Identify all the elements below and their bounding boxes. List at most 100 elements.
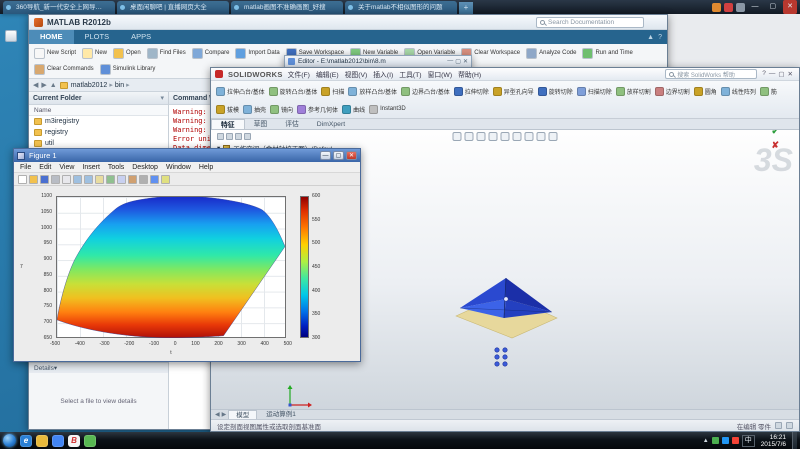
solidworks-maximize-button[interactable]: ▢ <box>778 70 784 78</box>
panel-menu-icon[interactable]: ▾ <box>160 92 164 104</box>
zoom-out-icon[interactable] <box>84 174 93 184</box>
toolstrip-button[interactable]: Simulink Library <box>99 61 155 77</box>
browser-360-icon[interactable] <box>84 434 96 447</box>
menu-item[interactable]: 窗口(W) <box>428 69 453 79</box>
ribbon-button[interactable]: 扫描 <box>321 82 344 100</box>
menu-item[interactable]: 编辑(E) <box>316 69 339 79</box>
ribbon-button[interactable]: 抽壳 <box>243 100 266 118</box>
browser-minimize-button[interactable]: — <box>748 0 763 14</box>
downloads-icon[interactable] <box>723 2 733 12</box>
tab-apps[interactable]: APPS <box>120 30 162 44</box>
menu-item[interactable]: 插入(I) <box>373 69 393 79</box>
insert-colorbar-icon[interactable] <box>150 174 159 184</box>
ribbon-button[interactable]: 拔模 <box>216 100 239 118</box>
menu-item[interactable]: 帮助(H) <box>458 69 481 79</box>
apps-icon[interactable] <box>711 2 721 12</box>
ribbon-button[interactable]: 旋转切除 <box>537 82 573 100</box>
pan-icon[interactable] <box>95 174 104 184</box>
ribbon-button[interactable]: 旋转凸台/基体 <box>268 82 317 100</box>
ribbon-button[interactable]: 镜向 <box>270 100 293 118</box>
link-plot-icon[interactable] <box>139 174 148 184</box>
breadcrumb-segment[interactable]: bin <box>115 82 124 89</box>
toolstrip-button[interactable]: New <box>82 45 107 61</box>
browser-tab[interactable]: 关于matlab不相似图形的问题 <box>345 1 457 14</box>
featuremanager-design-tree-icon[interactable] <box>217 133 224 140</box>
ribbon-tab[interactable]: 特征 <box>211 119 245 129</box>
kite-3d-model[interactable] <box>454 272 559 340</box>
figure-close-button[interactable]: ✕ <box>346 151 357 160</box>
toolstrip-minimize-icon[interactable]: ▲ <box>647 34 654 41</box>
previous-view-icon[interactable] <box>476 132 486 141</box>
folder-icon[interactable] <box>36 434 48 447</box>
clock[interactable]: 16:21 2015/7/6 <box>758 434 789 448</box>
menu-item[interactable]: File <box>20 164 31 171</box>
tab-home[interactable]: HOME <box>29 30 74 44</box>
toolstrip-button[interactable]: New Script <box>34 45 76 61</box>
menu-item[interactable]: Help <box>199 164 213 171</box>
help-icon[interactable]: ? <box>658 34 662 41</box>
solidworks-close-button[interactable]: ✕ <box>788 70 793 78</box>
ribbon-tab[interactable]: 草图 <box>245 119 277 129</box>
save-figure-icon[interactable] <box>40 174 49 184</box>
folder-list-item[interactable]: m3iregistry <box>29 116 168 127</box>
browser-tab[interactable]: matlab画图不准确画图_好搜 <box>231 1 343 14</box>
editor-close-icon[interactable]: ✕ <box>463 58 468 65</box>
menu-item[interactable]: View <box>59 164 74 171</box>
ribbon-button[interactable]: 放样凸台/基体 <box>348 82 397 100</box>
back-icon[interactable]: ◀ <box>33 81 38 89</box>
solidworks-help-icon[interactable]: ? <box>762 70 766 78</box>
browser-tab[interactable]: 360导航_新一代安全上网导… <box>3 1 115 14</box>
insert-legend-icon[interactable] <box>161 174 170 184</box>
tab-scroll-right-icon[interactable]: ▶ <box>222 411 227 418</box>
ribbon-tab[interactable]: 评估 <box>276 119 308 129</box>
zoom-fit-icon[interactable] <box>452 132 462 141</box>
view-orientation-icon[interactable] <box>500 132 510 141</box>
menu-item[interactable]: Tools <box>108 164 124 171</box>
tray-expand-icon[interactable]: ▲ <box>703 438 709 444</box>
ribbon-button[interactable]: 拉伸凸台/基体 <box>216 82 265 100</box>
menu-item[interactable]: Desktop <box>132 164 158 171</box>
propertymanager-icon[interactable] <box>226 133 233 140</box>
configurationmanager-icon[interactable] <box>235 133 242 140</box>
ribbon-button[interactable]: 曲线 <box>342 100 365 118</box>
confirm-cancel-icon[interactable]: ✘ <box>771 140 779 151</box>
hide-show-items-icon[interactable] <box>524 132 534 141</box>
display-style-icon[interactable] <box>512 132 522 141</box>
solidworks-title-bar[interactable]: SOLIDWORKS 文件(F) 编辑(E) 视图(V) 插入(I) 工具(T) 窗口(W… <box>211 68 799 81</box>
motion-study-tab[interactable]: 运动算例1 <box>259 410 303 419</box>
name-column-header[interactable]: Name <box>29 105 168 116</box>
menu-item[interactable]: Insert <box>82 164 100 171</box>
ribbon-button[interactable]: 圆角 <box>693 82 717 100</box>
tab-plots[interactable]: PLOTS <box>74 30 121 44</box>
antivirus-tray-icon[interactable] <box>711 437 719 444</box>
ribbon-button[interactable]: Instant3D <box>369 100 406 118</box>
ribbon-button[interactable]: 线性阵列 <box>720 82 756 100</box>
toolstrip-button[interactable]: Find Files <box>146 45 186 61</box>
ie-icon[interactable]: e <box>20 434 32 447</box>
menu-icon[interactable] <box>735 2 745 12</box>
show-desktop-button[interactable] <box>792 432 797 449</box>
toolstrip-button[interactable]: Clear Commands <box>34 61 94 77</box>
breadcrumb-segment[interactable]: matlab2012 <box>71 82 108 89</box>
solidworks-help-search-input[interactable]: 搜索 SolidWorks 帮助 <box>665 69 758 79</box>
ribbon-tab[interactable]: DimXpert <box>308 119 354 129</box>
ribbon-button[interactable]: 边界凸台/基体 <box>401 82 450 100</box>
figure-maximize-button[interactable]: ▢ <box>333 151 344 160</box>
solidworks-minimize-button[interactable]: — <box>769 70 776 78</box>
dimxpertmanager-icon[interactable] <box>244 133 251 140</box>
browser-maximize-button[interactable]: ▢ <box>766 0 781 14</box>
ribbon-button[interactable]: 拉伸切除 <box>453 82 489 100</box>
zoom-in-icon[interactable] <box>73 174 82 184</box>
browser-close-button[interactable]: ✕ <box>783 0 797 14</box>
open-figure-icon[interactable] <box>29 174 38 184</box>
menu-item[interactable]: Window <box>166 164 191 171</box>
details-header[interactable]: Details ▾ <box>29 362 168 373</box>
confirm-ok-icon[interactable]: ✔ <box>771 130 779 137</box>
menu-item[interactable]: Edit <box>39 164 51 171</box>
desktop-shortcut-icon[interactable] <box>5 30 17 42</box>
rotate-3d-icon[interactable] <box>106 174 115 184</box>
menu-item[interactable]: 视图(V) <box>345 69 368 79</box>
editor-minimize-icon[interactable]: — <box>447 58 453 65</box>
sketch-points[interactable] <box>491 346 515 368</box>
language-indicator[interactable]: 中 <box>741 434 755 447</box>
